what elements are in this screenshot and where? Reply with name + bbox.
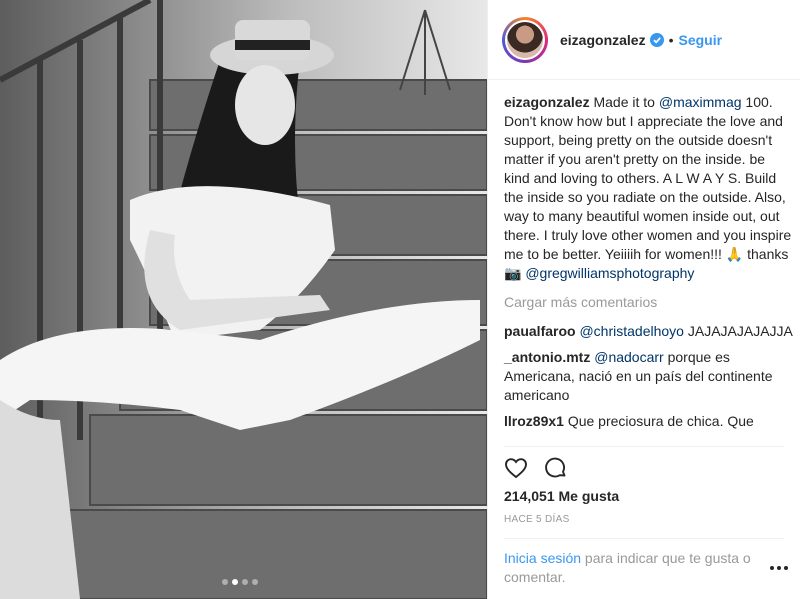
comment-icon[interactable] — [544, 456, 568, 480]
comment-username[interactable]: _antonio.mtz — [504, 349, 590, 365]
header-username[interactable]: eizagonzalez — [560, 32, 646, 48]
caption-username[interactable]: eizagonzalez — [504, 94, 590, 110]
post-caption: eizagonzalez Made it to @maximmag 100. D… — [504, 93, 794, 283]
comment-text: JAJAJAJAJAJJA — [683, 323, 793, 339]
heart-icon[interactable] — [504, 456, 528, 480]
avatar[interactable] — [505, 19, 545, 60]
likes-count[interactable]: 214,051 Me gusta — [504, 488, 619, 504]
photo-image — [0, 0, 487, 599]
carousel-dot[interactable] — [252, 579, 258, 585]
carousel-dot[interactable] — [242, 579, 248, 585]
comment-item: llroz89x1 Que preciosura de chica. Que — [504, 412, 794, 431]
comment-item: _antonio.mtz @nadocarr porque es America… — [504, 348, 794, 405]
comment-text: Que preciosura de chica. Que — [563, 413, 754, 429]
caption-mention-2[interactable]: @gregwilliamsphotography — [525, 265, 694, 281]
comment-mention[interactable]: @christadelhoyo — [579, 323, 684, 339]
comment-username[interactable]: paualfaroo — [504, 323, 576, 339]
more-dot — [770, 566, 774, 570]
divider — [504, 446, 784, 447]
carousel-indicator — [222, 579, 258, 585]
comment-username[interactable]: llroz89x1 — [504, 413, 564, 429]
post-timestamp[interactable]: Hace 5 días — [504, 514, 570, 525]
post-photo[interactable] — [0, 0, 487, 599]
header-separator: • — [668, 31, 674, 48]
more-options-icon[interactable] — [770, 563, 788, 573]
load-more-comments-link[interactable]: Cargar más comentarios — [504, 293, 794, 312]
post-actions — [504, 456, 568, 480]
more-dot — [777, 566, 781, 570]
login-link[interactable]: Inicia sesión — [504, 550, 581, 566]
comments-list: eizagonzalez Made it to @maximmag 100. D… — [504, 93, 794, 438]
carousel-dot[interactable] — [222, 579, 228, 585]
more-dot — [784, 566, 788, 570]
post-side-panel: eizagonzalez • Seguir eizagonzalez Made … — [487, 0, 800, 599]
verified-badge-icon — [649, 32, 664, 47]
caption-text-2: 100. Don't know how but I appreciate the… — [504, 94, 792, 281]
avatar-story-ring[interactable] — [502, 16, 548, 63]
comment-item: paualfaroo @christadelhoyo JAJAJAJAJAJJA — [504, 322, 794, 341]
caption-text-1: Made it to — [593, 94, 659, 110]
divider — [504, 538, 784, 539]
login-prompt: Inicia sesión para indicar que te gusta … — [504, 549, 764, 587]
follow-button[interactable]: Seguir — [679, 32, 723, 48]
post-header: eizagonzalez • Seguir — [488, 0, 800, 80]
caption-mention-1[interactable]: @maximmag — [659, 94, 742, 110]
comment-mention[interactable]: @nadocarr — [594, 349, 663, 365]
carousel-dot-active[interactable] — [232, 579, 238, 585]
